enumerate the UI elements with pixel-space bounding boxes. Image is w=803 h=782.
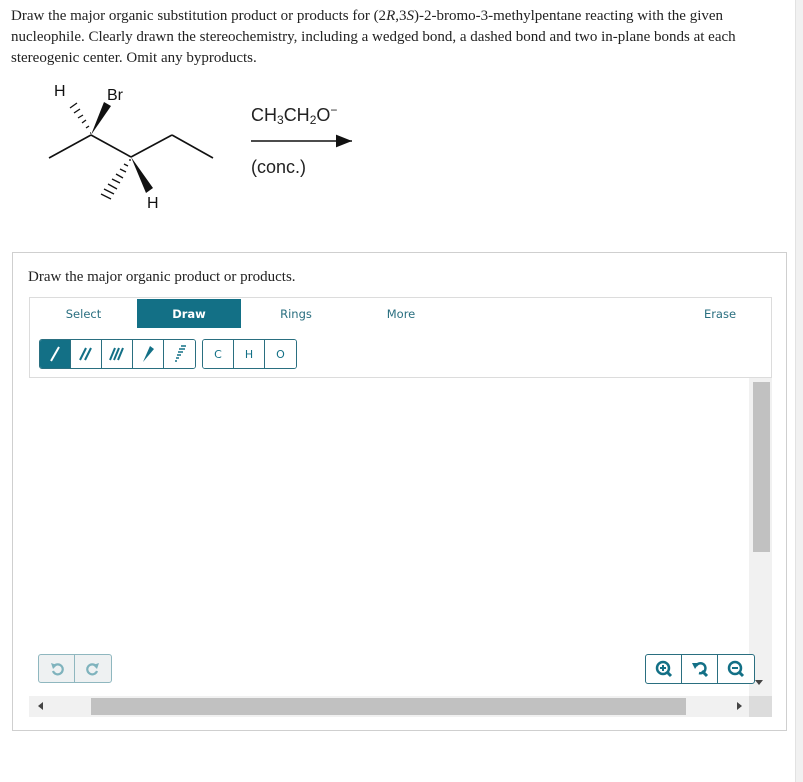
question-part: ,3 [395,8,407,24]
dash-bond-h-top [69,102,91,134]
atom-label-br: Br [107,87,124,104]
tab-erase[interactable]: Erase [670,299,770,328]
bond-c2-c3 [90,134,132,158]
reactant-structure: H Br H [48,83,352,212]
drawing-canvas[interactable] [29,378,772,717]
wedge-bond-button[interactable] [133,340,164,368]
history-group [38,654,112,683]
molecule-editor: Select Draw Rings More Erase C H O [29,297,772,717]
undo-button[interactable] [39,655,75,682]
horizontal-scroll-thumb[interactable] [91,698,686,715]
scroll-right-arrow[interactable] [737,702,742,710]
question-part: Draw the major organic substitution prod… [11,8,387,24]
dash-bond-methyl [100,159,131,200]
atom-label-h-top: H [54,83,66,100]
reagent-charge: − [330,103,338,117]
tab-draw[interactable]: Draw [137,299,241,328]
panel-prompt: Draw the major organic product or produc… [28,269,296,285]
editor-tabbar: Select Draw Rings More Erase [29,297,772,329]
question-text: Draw the major organic substitution prod… [11,6,751,69]
single-bond-button[interactable] [40,340,71,368]
reagent-part: CH [283,105,310,125]
reagent-label: CH3CH2O− [251,103,337,127]
bond-c1-c2 [48,134,92,159]
double-bond-button[interactable] [71,340,102,368]
horizontal-scrollbar[interactable] [29,696,749,717]
tab-select[interactable]: Select [30,299,137,328]
reaction-scheme: H Br H CH3CH2O− (conc.) [0,75,400,225]
scroll-down-arrow[interactable] [755,680,763,685]
reagent-part: O [316,105,331,125]
atom-label-h-bottom: H [147,195,159,212]
triple-bond-button[interactable] [102,340,133,368]
reagent-part: CH [251,105,277,125]
tab-more[interactable]: More [351,299,451,328]
zoom-out-icon [727,660,745,678]
tool-row: C H O [29,328,772,378]
zoom-reset-icon [691,661,708,678]
zoom-in-button[interactable] [646,655,682,683]
redo-button[interactable] [75,655,111,682]
dash-bond-icon [174,345,186,362]
reagent-subscript: 3 [277,113,284,127]
dash-bond-button[interactable] [164,340,195,368]
atom-c-button[interactable]: C [203,340,234,368]
undo-icon [50,662,64,675]
triple-bond-icon [109,347,124,361]
vertical-scrollbar[interactable] [749,378,772,696]
wedge-bond-h-bottom [131,157,153,193]
vertical-scroll-thumb[interactable] [753,382,770,552]
page-scrollbar[interactable] [795,0,803,782]
wedge-bond-br [91,102,111,135]
bond-tool-group [39,339,196,369]
double-bond-icon [79,347,92,361]
tab-rings[interactable]: Rings [241,299,351,328]
zoom-reset-button[interactable] [682,655,718,683]
question-r: R [386,8,396,24]
atom-o-button[interactable]: O [265,340,296,368]
atom-tool-group: C H O [202,339,297,369]
condition-label: (conc.) [251,157,307,177]
atom-h-button[interactable]: H [234,340,265,368]
bond-c4-c5 [171,134,214,159]
zoom-in-icon [655,660,672,678]
bond-c3-c4 [130,134,173,158]
scroll-left-arrow[interactable] [38,702,43,710]
redo-icon [86,662,99,675]
zoom-out-button[interactable] [718,655,754,683]
scrollbar-corner [749,696,772,717]
wedge-bond-icon [143,346,154,362]
question-s: S [406,8,414,24]
single-bond-icon [50,346,60,362]
answer-panel: Draw the major organic product or produc… [12,252,787,731]
zoom-group [645,654,755,684]
